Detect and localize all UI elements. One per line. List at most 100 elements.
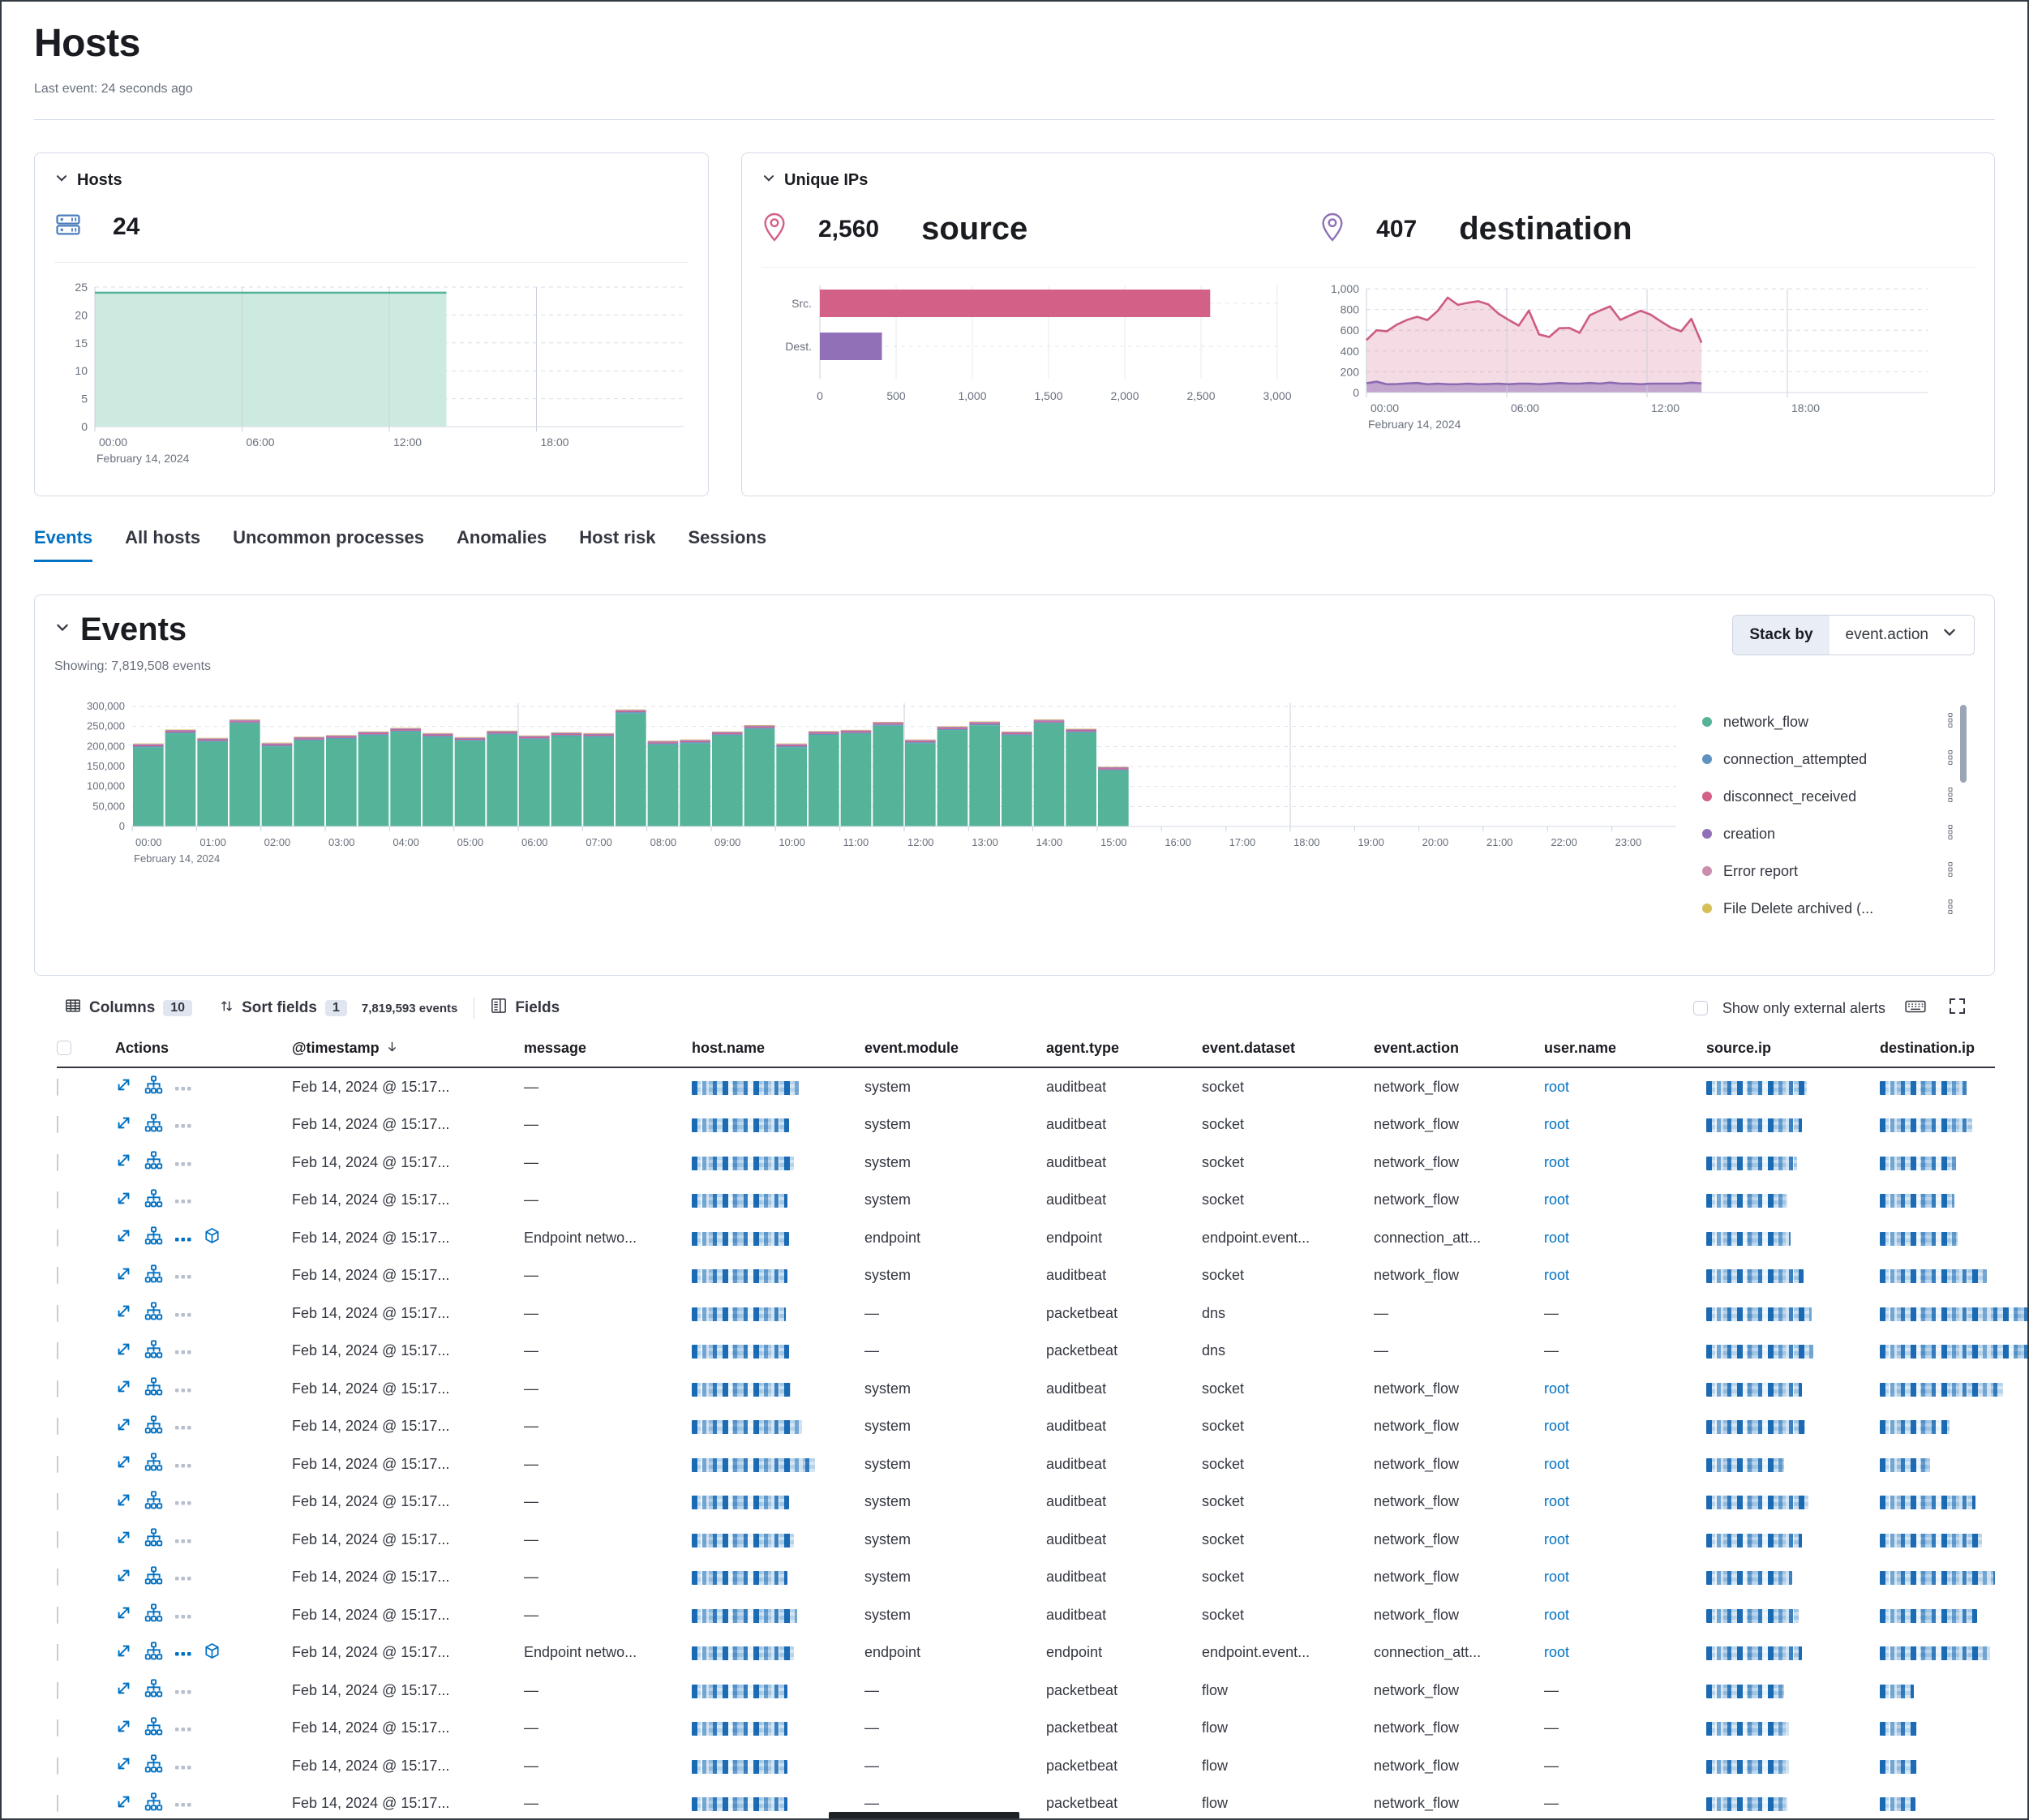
destination-ip-cell[interactable] [1880, 1380, 2029, 1397]
destination-ip-cell[interactable] [1880, 1230, 2029, 1247]
more-actions-icon[interactable] [175, 1380, 191, 1397]
redacted-host-name[interactable] [692, 1760, 787, 1774]
analyze-event-icon[interactable] [144, 1415, 163, 1438]
redacted-host-name[interactable] [692, 1534, 794, 1547]
tab-uncommon-processes[interactable]: Uncommon processes [233, 527, 424, 562]
row-checkbox[interactable] [57, 1191, 58, 1208]
legend-menu-icon[interactable] [1948, 825, 1954, 843]
host-name-cell[interactable] [692, 1719, 864, 1736]
analyze-event-icon[interactable] [144, 1453, 163, 1475]
source-ip-cell[interactable] [1706, 1418, 1880, 1435]
column-header-message[interactable]: message [524, 1040, 692, 1057]
expand-event-icon[interactable] [115, 1793, 132, 1814]
host-name-cell[interactable] [692, 1342, 864, 1359]
redacted-destination-ip[interactable] [1880, 1646, 1990, 1660]
host-name-cell[interactable] [692, 1758, 864, 1775]
redacted-source-ip[interactable] [1706, 1609, 1799, 1623]
expand-event-icon[interactable] [115, 1453, 132, 1474]
redacted-source-ip[interactable] [1706, 1797, 1787, 1811]
analyze-event-icon[interactable] [144, 1603, 163, 1626]
column-header-hostname[interactable]: host.name [692, 1040, 864, 1057]
user-name-link[interactable]: root [1544, 1267, 1569, 1283]
host-name-cell[interactable] [692, 1267, 864, 1284]
more-actions-icon[interactable] [175, 1531, 191, 1548]
row-checkbox[interactable] [57, 1795, 58, 1812]
source-ip-cell[interactable] [1706, 1795, 1880, 1812]
sort-fields-button[interactable]: Sort fields 1 [220, 998, 347, 1019]
redacted-host-name[interactable] [692, 1157, 794, 1170]
expand-event-icon[interactable] [115, 1492, 132, 1513]
redacted-source-ip[interactable] [1706, 1269, 1804, 1283]
source-ip-cell[interactable] [1706, 1116, 1880, 1133]
tab-anomalies[interactable]: Anomalies [457, 527, 547, 562]
more-actions-icon[interactable] [175, 1607, 191, 1624]
row-checkbox[interactable] [57, 1758, 58, 1775]
column-header-sourceip[interactable]: source.ip [1706, 1040, 1880, 1057]
row-checkbox[interactable] [57, 1456, 58, 1473]
expand-event-icon[interactable] [115, 1567, 132, 1588]
expand-event-icon[interactable] [115, 1190, 132, 1211]
unique-ips-area-chart[interactable]: 02004006008001,00000:0006:0012:0018:00Fe… [1319, 281, 1975, 439]
redacted-destination-ip[interactable] [1880, 1157, 1956, 1170]
horizontal-scrollbar[interactable] [829, 1812, 1019, 1819]
redacted-destination-ip[interactable] [1880, 1420, 1950, 1434]
destination-ip-cell[interactable] [1880, 1682, 2029, 1699]
host-name-cell[interactable] [692, 1191, 864, 1208]
source-ip-cell[interactable] [1706, 1493, 1880, 1510]
more-actions-icon[interactable] [175, 1154, 191, 1171]
redacted-destination-ip[interactable] [1880, 1194, 1954, 1208]
source-ip-cell[interactable] [1706, 1644, 1880, 1661]
analyze-event-icon[interactable] [144, 1754, 163, 1777]
redacted-destination-ip[interactable] [1880, 1458, 1930, 1472]
legend-item[interactable]: network_flow [1702, 703, 1954, 740]
expand-event-icon[interactable] [115, 1076, 132, 1097]
redacted-destination-ip[interactable] [1880, 1345, 2029, 1359]
host-name-cell[interactable] [692, 1607, 864, 1624]
destination-ip-cell[interactable] [1880, 1154, 2029, 1171]
redacted-destination-ip[interactable] [1880, 1081, 1967, 1095]
more-actions-icon[interactable] [175, 1456, 191, 1473]
analyze-event-icon[interactable] [144, 1377, 163, 1400]
analyze-event-icon[interactable] [144, 1114, 163, 1136]
column-header-eventdataset[interactable]: event.dataset [1202, 1040, 1374, 1057]
destination-ip-cell[interactable] [1880, 1305, 2029, 1322]
legend-menu-icon[interactable] [1948, 713, 1954, 732]
columns-button[interactable]: Columns 10 [65, 998, 192, 1019]
analyze-event-icon[interactable] [144, 1642, 163, 1664]
more-actions-icon[interactable] [175, 1230, 191, 1247]
redacted-source-ip[interactable] [1706, 1458, 1784, 1472]
row-checkbox[interactable] [57, 1305, 58, 1322]
redacted-host-name[interactable] [692, 1307, 786, 1321]
destination-ip-cell[interactable] [1880, 1758, 2029, 1775]
more-actions-icon[interactable] [175, 1342, 191, 1359]
row-checkbox[interactable] [57, 1644, 58, 1661]
endpoint-cube-icon[interactable] [204, 1642, 221, 1663]
row-checkbox[interactable] [57, 1493, 58, 1510]
destination-ip-cell[interactable] [1880, 1644, 2029, 1661]
redacted-destination-ip[interactable] [1880, 1232, 1958, 1246]
user-name-link[interactable]: root [1544, 1230, 1569, 1246]
more-actions-icon[interactable] [175, 1569, 191, 1586]
column-header-agenttype[interactable]: agent.type [1046, 1040, 1202, 1057]
redacted-host-name[interactable] [692, 1081, 799, 1095]
expand-event-icon[interactable] [115, 1265, 132, 1286]
redacted-host-name[interactable] [692, 1609, 797, 1623]
destination-ip-cell[interactable] [1880, 1456, 2029, 1473]
source-ip-cell[interactable] [1706, 1569, 1880, 1586]
redacted-source-ip[interactable] [1706, 1420, 1805, 1434]
source-ip-cell[interactable] [1706, 1230, 1880, 1247]
analyze-event-icon[interactable] [144, 1528, 163, 1551]
column-header-timestamp[interactable]: @timestamp [292, 1040, 524, 1057]
user-name-link[interactable]: root [1544, 1644, 1569, 1660]
redacted-source-ip[interactable] [1706, 1194, 1787, 1208]
destination-ip-cell[interactable] [1880, 1079, 2029, 1096]
row-checkbox[interactable] [57, 1267, 58, 1284]
expand-event-icon[interactable] [115, 1642, 132, 1663]
redacted-host-name[interactable] [692, 1685, 787, 1698]
destination-ip-cell[interactable] [1880, 1418, 2029, 1435]
host-name-cell[interactable] [692, 1380, 864, 1397]
source-ip-cell[interactable] [1706, 1267, 1880, 1284]
tab-sessions[interactable]: Sessions [688, 527, 766, 562]
expand-event-icon[interactable] [115, 1718, 132, 1739]
host-name-cell[interactable] [692, 1230, 864, 1247]
